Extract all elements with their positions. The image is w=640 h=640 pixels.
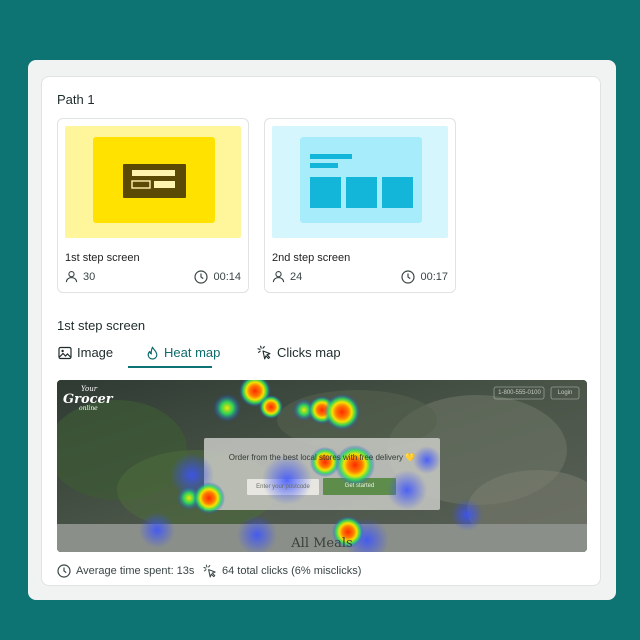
user-icon [65, 271, 78, 283]
clock-icon [194, 270, 209, 284]
get-started-button[interactable]: Get started [323, 478, 396, 495]
path-title: Path 1 [57, 92, 95, 107]
step-2-name: 2nd step screen [272, 252, 351, 264]
active-tab-underline [128, 366, 212, 368]
avg-time: Average time spent: 13s [57, 564, 194, 578]
tab-clicks-map-label: Clicks map [277, 345, 341, 360]
grocer-logo: Your Grocer online [63, 385, 113, 412]
step-2-time: 00:17 [401, 270, 448, 284]
user-icon [272, 271, 285, 283]
heatmap-preview: Your Grocer online 1-800-555-0100 Login … [57, 380, 587, 552]
cursor-click-icon [203, 564, 216, 578]
step-1-time: 00:14 [194, 270, 241, 284]
step-card-2[interactable]: 2nd step screen 24 00:17 [264, 118, 456, 293]
step-1-thumbnail [65, 126, 241, 238]
step-1-name: 1st step screen [65, 252, 140, 264]
postcode-input[interactable]: Enter your postcode [247, 479, 319, 495]
tab-image[interactable]: Image [58, 345, 113, 360]
image-icon [58, 346, 72, 359]
phone-link[interactable]: 1-800-555-0100 [495, 387, 544, 399]
step-1-users-count: 30 [83, 270, 96, 283]
tab-image-label: Image [77, 345, 114, 360]
tab-heat-map-label: Heat map [164, 345, 221, 360]
avg-time-text: Average time spent: 13s [76, 565, 195, 577]
total-clicks: 64 total clicks (6% misclicks) [203, 564, 361, 578]
step-1-users: 30 [65, 270, 95, 283]
clock-icon [401, 270, 416, 284]
step-2-time-value: 00:17 [420, 271, 448, 283]
tab-heat-map[interactable]: Heat map [146, 345, 220, 360]
step-2-thumbnail [272, 126, 448, 238]
step-2-users-count: 24 [290, 270, 303, 283]
path-card: Path 1 1st step screen 30 00:14 2nd step… [41, 76, 601, 586]
clock-icon [57, 564, 71, 578]
step-card-1[interactable]: 1st step screen 30 00:14 [57, 118, 249, 293]
step-2-users: 24 [272, 270, 302, 283]
all-meals-heading: All Meals [291, 536, 353, 551]
flame-icon [147, 346, 158, 360]
total-clicks-text: 64 total clicks (6% misclicks) [222, 565, 362, 577]
section-title: 1st step screen [57, 318, 146, 333]
preview-headline: Order from the best local stores with fr… [228, 453, 416, 462]
cursor-click-icon [257, 345, 271, 360]
login-link[interactable]: Login [551, 387, 579, 399]
tab-clicks-map[interactable]: Clicks map [257, 345, 341, 360]
step-1-time-value: 00:14 [213, 271, 241, 283]
